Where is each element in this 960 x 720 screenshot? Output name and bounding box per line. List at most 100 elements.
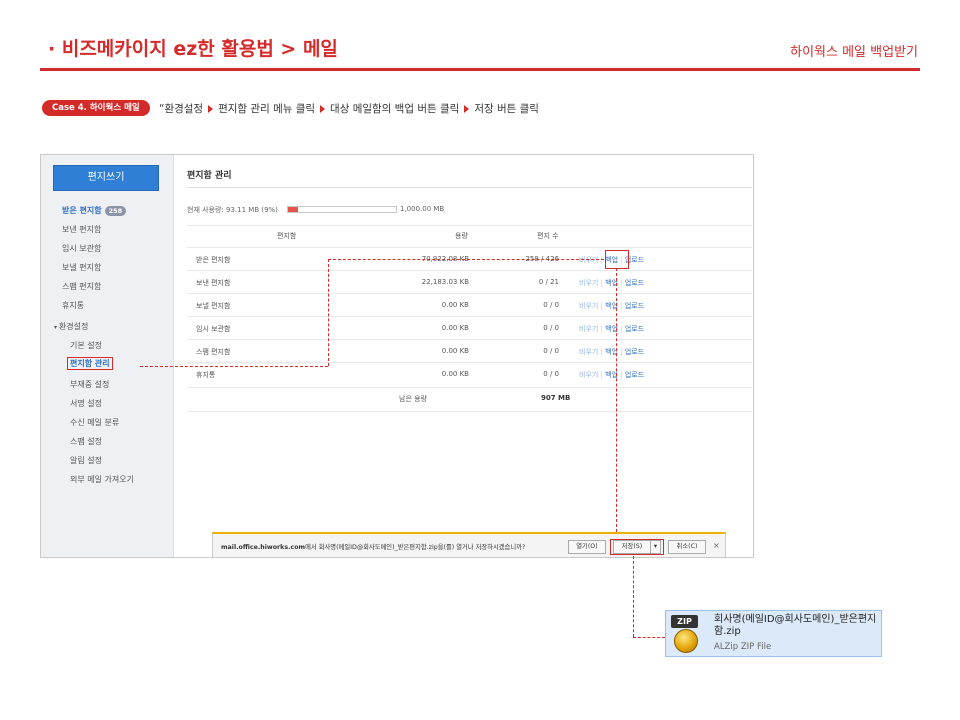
step-3: 대상 메일함의 백업 버튼 클릭	[330, 103, 460, 115]
sidebar-item-outbox[interactable]: 보낼 편지함	[62, 262, 101, 273]
empty-button[interactable]: 비우기	[579, 371, 598, 379]
column-header-size: 용량	[455, 232, 468, 240]
folder-count: 0 / 0	[543, 324, 559, 332]
sidebar-item-drafts[interactable]: 임시 보관함	[62, 243, 101, 254]
backup-highlight	[605, 250, 629, 269]
arrow-right-icon	[464, 104, 470, 113]
empty-button[interactable]: 비우기	[579, 256, 598, 264]
settings-item-folder-manage[interactable]: 편지함 관리	[67, 357, 113, 370]
step-2: 편지함 관리 메뉴 클릭	[218, 103, 316, 115]
folder-actions: 비우기 | 백업 | 업로드	[579, 301, 644, 311]
zip-file-card[interactable]: ZIP 회사명(메일ID@회사도메인)_받은편지함.zip ALZip ZIP …	[665, 610, 882, 657]
folder-name: 보낸 편지함	[196, 279, 231, 287]
zip-badge: ZIP	[671, 615, 698, 628]
table-header-border	[187, 247, 752, 248]
empty-button[interactable]: 비우기	[579, 348, 598, 356]
folder-actions: 비우기 | 백업 | 업로드	[579, 347, 644, 357]
folder-actions: 비우기 | 백업 | 업로드	[579, 324, 644, 334]
remaining-value: 907 MB	[541, 394, 571, 402]
download-site: mail.office.hiworks.com	[221, 544, 306, 551]
table-summary-border	[187, 387, 752, 388]
settings-item-signature[interactable]: 서명 설정	[70, 398, 102, 409]
cancel-button[interactable]: 취소(C)	[668, 540, 706, 554]
sidebar-item-settings[interactable]: ▾ 환경설정	[54, 321, 88, 332]
step-4: 저장 버튼 클릭	[474, 103, 539, 115]
folder-name: 받은 편지함	[196, 256, 231, 264]
remaining-label: 남은 용량	[399, 395, 427, 403]
folder-name: 휴지통	[196, 371, 216, 379]
settings-item-external[interactable]: 외부 메일 가져오기	[70, 474, 134, 485]
sidebar-item-sent[interactable]: 보낸 편지함	[62, 224, 101, 235]
action-separator: |	[618, 371, 625, 379]
page-subtitle: 하이웍스 메일 백업받기	[790, 45, 918, 60]
empty-button[interactable]: 비우기	[579, 325, 598, 333]
open-button[interactable]: 열기(O)	[568, 540, 606, 554]
settings-item-filter[interactable]: 수신 메일 분류	[70, 417, 119, 428]
folder-size: 0.00 KB	[441, 347, 469, 355]
empty-button[interactable]: 비우기	[579, 302, 598, 310]
upload-button[interactable]: 업로드	[625, 279, 644, 287]
action-separator: |	[618, 325, 625, 333]
case-badge: Case 4. 하이웍스 메일	[42, 100, 150, 116]
folder-name: 스팸 편지함	[196, 348, 231, 356]
connector-backup-save	[616, 268, 617, 532]
folder-size: 0.00 KB	[441, 370, 469, 378]
sidebar-item-inbox[interactable]: 받은 편지함 258	[62, 205, 127, 216]
upload-button[interactable]: 업로드	[625, 348, 644, 356]
unread-count-badge: 258	[104, 206, 127, 216]
arrow-right-icon	[208, 104, 214, 113]
folder-name: 보낼 편지함	[196, 302, 231, 310]
action-separator: |	[618, 302, 625, 310]
sidebar-item-label: 환경설정	[58, 322, 89, 331]
folder-manage-highlight[interactable]: 편지함 관리	[67, 357, 113, 370]
sidebar-item-trash[interactable]: 휴지통	[62, 300, 84, 311]
alzip-file-icon	[674, 629, 698, 653]
table-row-divider	[187, 362, 752, 363]
header-divider	[40, 68, 920, 71]
upload-button[interactable]: 업로드	[625, 325, 644, 333]
sidebar-item-label: 받은 편지함	[62, 206, 102, 215]
connector-sidebar-h	[140, 366, 328, 367]
folder-count: 0 / 0	[543, 347, 559, 355]
upload-button[interactable]: 업로드	[625, 371, 644, 379]
folder-manage-title: 편지함 관리	[187, 171, 232, 181]
table-top-border	[187, 225, 752, 226]
title-divider	[187, 187, 752, 188]
folder-size: 0.00 KB	[441, 324, 469, 332]
settings-item-spam[interactable]: 스팸 설정	[70, 436, 102, 447]
column-header-count: 편지 수	[537, 232, 559, 240]
step-instructions: “환경설정 편지함 관리 메뉴 클릭 대상 메일함의 백업 버튼 클릭 저장 버…	[159, 101, 539, 116]
page-title: · 비즈메카이지 ez한 활용법 > 메일	[48, 38, 338, 60]
step-1: “환경설정	[159, 103, 204, 115]
settings-item-away[interactable]: 부재중 설정	[70, 379, 109, 390]
compose-button[interactable]: 편지쓰기	[53, 165, 159, 191]
close-icon[interactable]: ×	[713, 541, 720, 550]
folder-count: 0 / 0	[543, 301, 559, 309]
usage-label: 현재 사용량: 93.11 MB (9%)	[187, 206, 278, 214]
column-header-folder: 편지함	[277, 232, 297, 240]
folder-actions: 비우기 | 백업 | 업로드	[579, 370, 644, 380]
download-message-text: 에서 회사명(메일ID@회사도메인)_받은편지함.zip을(를) 열거나 저장하…	[305, 544, 526, 551]
usage-bar	[287, 206, 397, 213]
connector-sidebar-v	[328, 259, 329, 366]
settings-item-general[interactable]: 기본 설정	[70, 340, 102, 351]
table-row-divider	[187, 316, 752, 317]
folder-count: 0 / 21	[538, 278, 559, 286]
empty-button[interactable]: 비우기	[579, 279, 598, 287]
table-row-divider	[187, 293, 752, 294]
zip-file-name: 회사명(메일ID@회사도메인)_받은편지함.zip	[714, 614, 877, 637]
zip-file-type: ALZip ZIP File	[714, 642, 772, 652]
settings-item-alert[interactable]: 알림 설정	[70, 455, 102, 466]
upload-button[interactable]: 업로드	[625, 302, 644, 310]
download-notification-bar: mail.office.hiworks.com에서 회사명(메일ID@회사도메인…	[212, 532, 726, 557]
sidebar-item-spam[interactable]: 스팸 편지함	[62, 281, 101, 292]
arrow-right-icon	[320, 104, 326, 113]
action-separator: |	[618, 348, 625, 356]
mail-app-screenshot: 편지쓰기 받은 편지함 258 보낸 편지함 임시 보관함 보낼 편지함 스팸 편…	[40, 154, 754, 558]
table-row-divider	[187, 270, 752, 271]
folder-size: 0.00 KB	[441, 301, 469, 309]
folder-actions: 비우기 | 백업 | 업로드	[579, 278, 644, 288]
table-bottom-border	[187, 411, 752, 412]
save-highlight	[610, 539, 664, 555]
connector-save-zip-h	[633, 637, 665, 638]
